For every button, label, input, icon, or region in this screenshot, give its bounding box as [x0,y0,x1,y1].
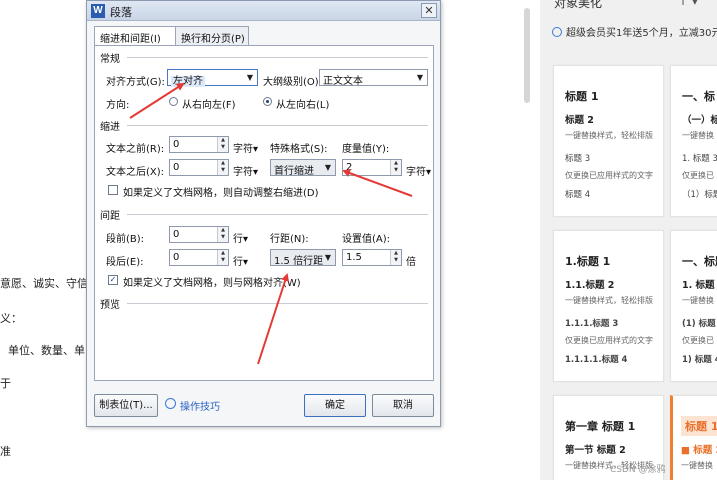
arrow-to-measure [342,169,413,197]
arrow-to-snap-grid [257,273,289,365]
watermark: CSDN @涂鸦 [610,465,666,475]
annotation-arrows [129,82,413,365]
arrow-to-alignment [129,82,185,119]
